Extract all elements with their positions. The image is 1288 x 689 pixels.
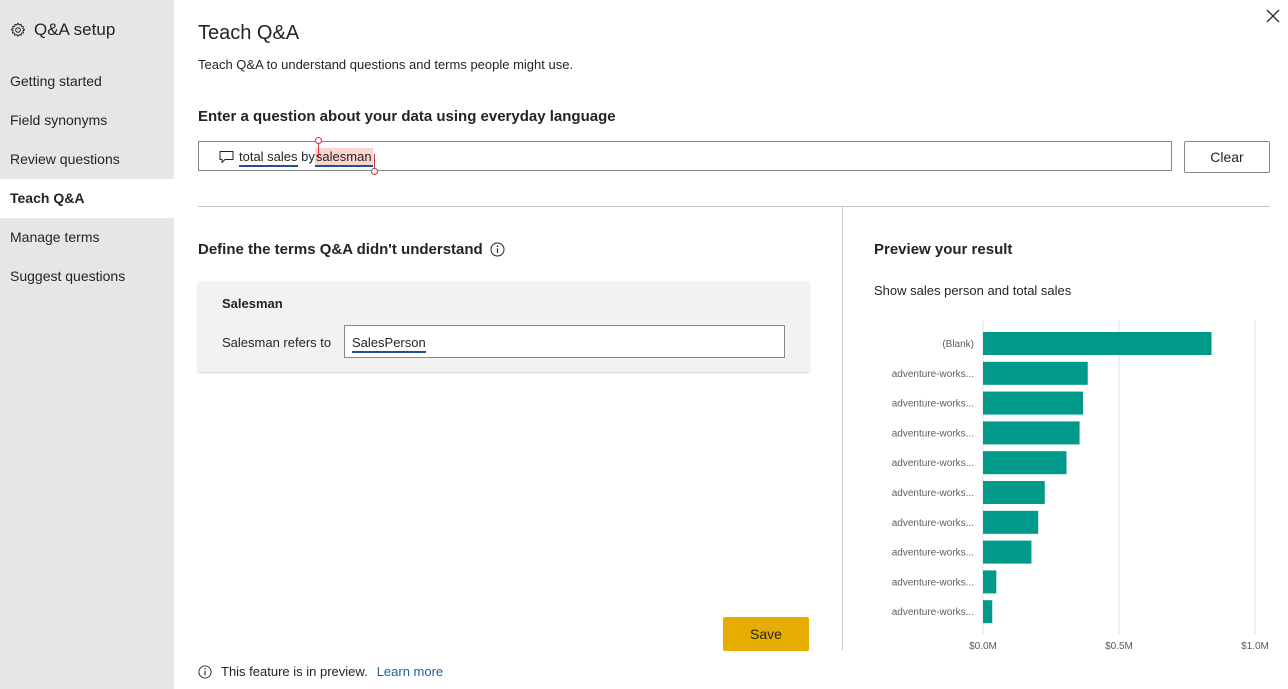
sidebar-item-suggest-questions[interactable]: Suggest questions bbox=[0, 257, 174, 296]
sidebar-item-manage-terms[interactable]: Manage terms bbox=[0, 218, 174, 257]
chart-bar[interactable] bbox=[983, 421, 1080, 445]
sidebar: Q&A setup Getting started Field synonyms… bbox=[0, 0, 174, 689]
sidebar-header: Q&A setup bbox=[10, 20, 115, 40]
chart-bar[interactable] bbox=[983, 510, 1039, 534]
preview-notice-text: This feature is in preview. bbox=[221, 664, 368, 679]
define-terms-title: Define the terms Q&A didn't understand bbox=[198, 241, 483, 258]
y-category-label: adventure-works... bbox=[892, 369, 974, 380]
term-definition-card: Salesman Salesman refers to SalesPerson bbox=[198, 281, 809, 372]
term-refers-input[interactable]: SalesPerson bbox=[344, 325, 785, 358]
chart-caption: Show sales person and total sales bbox=[874, 283, 1072, 298]
chart-bar[interactable] bbox=[983, 391, 1084, 415]
vertical-divider bbox=[842, 207, 843, 650]
y-category-label: adventure-works... bbox=[892, 488, 974, 499]
x-tick-label: $1.0M bbox=[1241, 641, 1269, 652]
question-text[interactable]: total sales bysalesman bbox=[239, 148, 373, 167]
term-refers-label: Salesman refers to bbox=[222, 335, 332, 350]
question-label: Enter a question about your data using e… bbox=[198, 108, 616, 125]
sidebar-item-getting-started[interactable]: Getting started bbox=[0, 62, 174, 101]
close-icon[interactable] bbox=[1264, 7, 1282, 25]
y-category-label: adventure-works... bbox=[892, 548, 974, 559]
clear-button[interactable]: Clear bbox=[1184, 141, 1270, 173]
chart-bar[interactable] bbox=[983, 361, 1088, 385]
x-tick-label: $0.5M bbox=[1105, 641, 1133, 652]
sidebar-item-teach-qa[interactable]: Teach Q&A bbox=[0, 179, 174, 218]
page-subtitle: Teach Q&A to understand questions and te… bbox=[198, 57, 574, 72]
save-button[interactable]: Save bbox=[723, 617, 809, 651]
question-term-unrecognized: salesman bbox=[314, 148, 373, 167]
chart-bar[interactable] bbox=[983, 481, 1045, 504]
y-category-label: adventure-works... bbox=[892, 458, 974, 469]
y-category-label: adventure-works... bbox=[892, 607, 974, 618]
horizontal-divider bbox=[198, 206, 1270, 207]
chart-bar[interactable] bbox=[983, 570, 997, 594]
sidebar-item-field-synonyms[interactable]: Field synonyms bbox=[0, 101, 174, 140]
learn-more-link[interactable]: Learn more bbox=[377, 664, 443, 679]
chart-bar[interactable] bbox=[983, 451, 1067, 475]
preview-title: Preview your result bbox=[874, 241, 1013, 258]
selection-start-handle[interactable] bbox=[315, 137, 322, 144]
define-terms-heading: Define the terms Q&A didn't understand bbox=[198, 241, 505, 258]
y-category-label: adventure-works... bbox=[892, 428, 974, 439]
y-category-label: (Blank) bbox=[942, 339, 974, 350]
y-category-label: adventure-works... bbox=[892, 577, 974, 588]
question-connector: by bbox=[301, 149, 315, 164]
term-name: Salesman bbox=[222, 296, 283, 311]
sidebar-title: Q&A setup bbox=[34, 20, 116, 39]
page-title: Teach Q&A bbox=[198, 22, 300, 44]
info-icon bbox=[198, 664, 212, 679]
sidebar-item-review-questions[interactable]: Review questions bbox=[0, 140, 174, 179]
question-term-recognized: total sales bbox=[239, 149, 298, 167]
y-category-label: adventure-works... bbox=[892, 518, 974, 529]
gear-icon bbox=[10, 22, 26, 37]
question-input[interactable]: total sales bysalesman bbox=[198, 137, 1172, 175]
chart-bar[interactable] bbox=[983, 600, 993, 624]
chat-icon bbox=[219, 151, 234, 163]
x-tick-label: $0.0M bbox=[969, 641, 997, 652]
chart-bar[interactable] bbox=[983, 540, 1032, 564]
unrecognized-term-selection: salesman bbox=[314, 148, 373, 167]
term-refers-value: SalesPerson bbox=[352, 335, 426, 353]
selection-end-handle[interactable] bbox=[371, 168, 378, 175]
y-category-label: adventure-works... bbox=[892, 399, 974, 410]
qa-setup-dialog: Q&A setup Getting started Field synonyms… bbox=[0, 0, 1288, 689]
preview-notice: This feature is in preview. Learn more bbox=[198, 664, 443, 679]
info-icon[interactable] bbox=[490, 242, 505, 257]
chart-bar[interactable] bbox=[983, 332, 1212, 355]
preview-bar-chart: $0.0M $0.5M $1.0M (Blank) adventure-works...… bbox=[892, 320, 1269, 652]
